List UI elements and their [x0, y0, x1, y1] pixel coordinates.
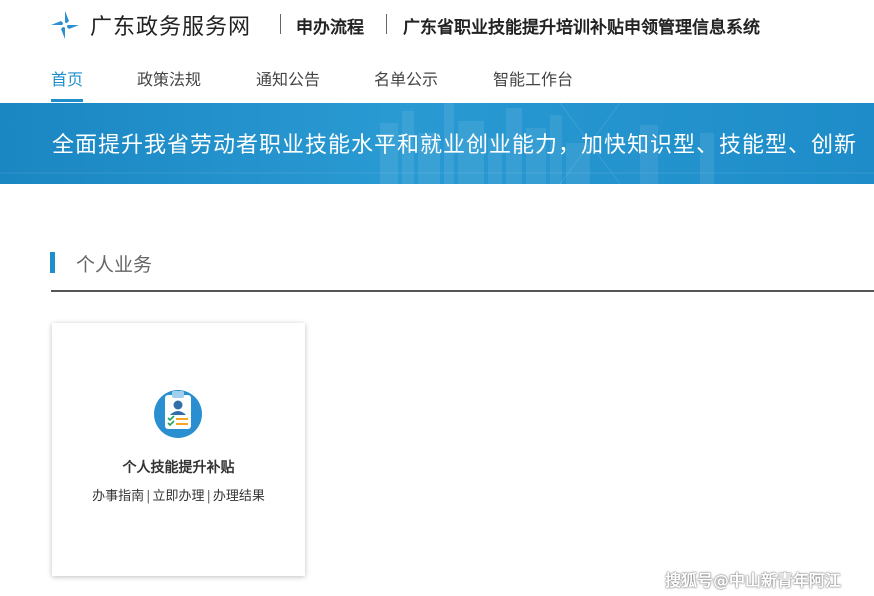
watermark: 搜狐号@中山新青年阿江 [665, 571, 842, 590]
result-link[interactable]: 办理结果 [213, 489, 265, 504]
nav-item-workbench[interactable]: 智能工作台 [493, 66, 573, 90]
site-name[interactable]: 广东政务服务网 [90, 9, 251, 41]
banner-slogan: 全面提升我省劳动者职业技能水平和就业创业能力，加快知识型、技能型、创新 [52, 133, 858, 158]
clipboard-person-icon [154, 390, 202, 438]
card-links: 办事指南 | 立即办理 | 办理结果 [52, 485, 305, 504]
section-divider [51, 290, 874, 292]
guangdong-logo-icon[interactable] [50, 10, 80, 40]
header: 广东政务服务网 申办流程 广东省职业技能提升培训补贴申领管理信息系统 [0, 0, 874, 52]
link-separator: | [146, 489, 151, 504]
banner: 全面提升我省劳动者职业技能水平和就业创业能力，加快知识型、技能型、创新 [0, 103, 874, 184]
flow-link[interactable]: 申办流程 [296, 13, 364, 38]
nav-item-publicity[interactable]: 名单公示 [374, 66, 438, 90]
section-marker [50, 252, 55, 273]
guide-link[interactable]: 办事指南 [92, 489, 144, 504]
nav-item-notices[interactable]: 通知公告 [256, 66, 320, 90]
service-card-skill-subsidy[interactable]: 个人技能提升补贴 办事指南 | 立即办理 | 办理结果 [52, 323, 305, 576]
header-divider [280, 14, 281, 34]
link-separator: | [206, 489, 211, 504]
apply-now-link[interactable]: 立即办理 [152, 489, 204, 504]
header-divider [386, 14, 387, 34]
main-nav: 首页 政策法规 通知公告 名单公示 智能工作台 [0, 56, 874, 102]
section-title: 个人业务 [76, 254, 153, 276]
nav-item-policy[interactable]: 政策法规 [137, 66, 201, 90]
system-title: 广东省职业技能提升培训补贴申领管理信息系统 [403, 18, 760, 38]
nav-item-home[interactable]: 首页 [51, 66, 83, 90]
nav-active-indicator [51, 99, 83, 102]
card-title: 个人技能提升补贴 [122, 460, 235, 476]
